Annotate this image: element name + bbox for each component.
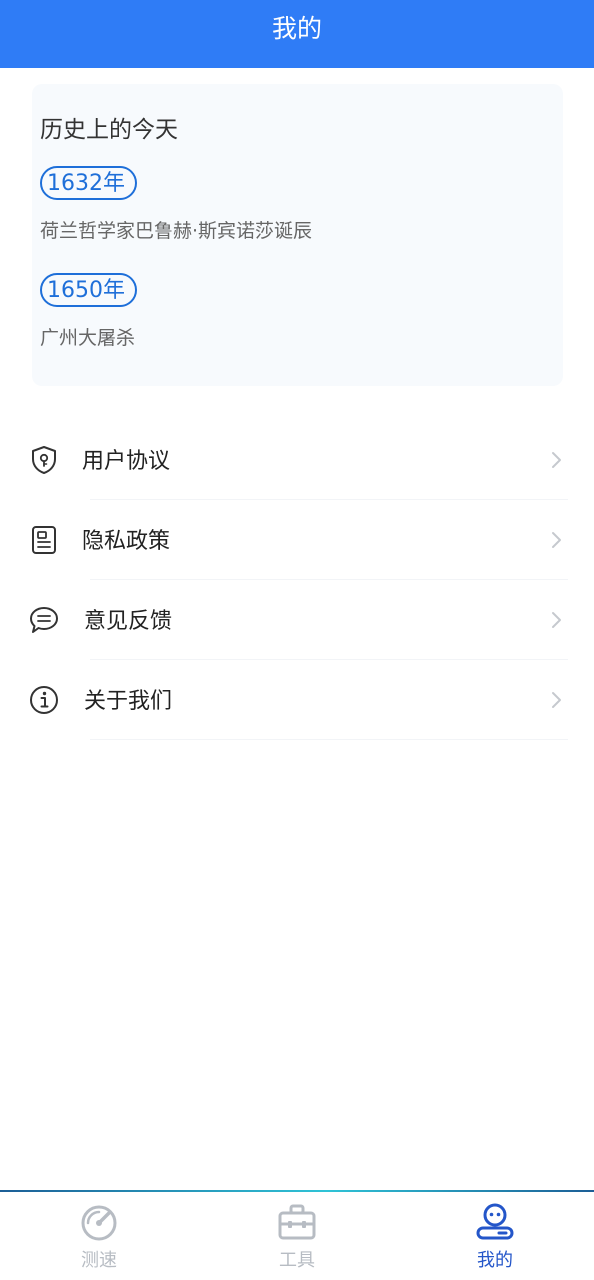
chevron-right-icon xyxy=(552,532,561,548)
menu-item-feedback[interactable]: 意见反馈 xyxy=(0,580,594,660)
event-year-badge: 1632年 xyxy=(40,166,137,200)
page-header: 我的 xyxy=(0,0,594,68)
history-event: 1650年 广州大屠杀 xyxy=(40,273,137,350)
toolbox-icon xyxy=(278,1204,316,1240)
event-description: 广州大屠杀 xyxy=(40,327,136,349)
menu-item-label: 隐私政策 xyxy=(82,529,171,554)
tab-label: 我的 xyxy=(477,1250,513,1271)
history-card-title: 历史上的今天 xyxy=(40,117,178,143)
event-year-badge: 1650年 xyxy=(40,273,137,307)
settings-menu: 用户协议 隐私政策 意见反馈 关于我们 xyxy=(0,420,594,740)
tab-mine[interactable]: 我的 xyxy=(435,1202,555,1272)
tab-tools[interactable]: 工具 xyxy=(237,1202,357,1272)
bottom-tab-bar: 测速 工具 我的 xyxy=(0,1190,594,1280)
document-icon xyxy=(32,526,56,554)
divider xyxy=(90,739,568,740)
chevron-right-icon xyxy=(552,452,561,468)
menu-item-privacy-policy[interactable]: 隐私政策 xyxy=(0,500,594,580)
menu-item-label: 关于我们 xyxy=(84,689,173,714)
tab-speed-test[interactable]: 测速 xyxy=(39,1202,159,1272)
menu-item-label: 用户协议 xyxy=(82,449,171,474)
tab-label: 工具 xyxy=(279,1250,315,1271)
chevron-right-icon xyxy=(552,692,561,708)
tab-label: 测速 xyxy=(81,1250,117,1271)
profile-icon xyxy=(476,1203,514,1240)
chat-bubble-icon xyxy=(30,607,58,633)
history-today-card: 历史上的今天 1632年 荷兰哲学家巴鲁赫·斯宾诺莎诞辰 1650年 广州大屠杀 xyxy=(32,84,563,386)
speedometer-icon xyxy=(81,1205,117,1241)
info-icon xyxy=(30,686,58,714)
menu-item-label: 意见反馈 xyxy=(84,609,173,634)
tab-bar-divider xyxy=(0,1190,594,1192)
page-title: 我的 xyxy=(271,14,322,43)
event-description: 荷兰哲学家巴鲁赫·斯宾诺莎诞辰 xyxy=(40,220,313,242)
menu-item-user-agreement[interactable]: 用户协议 xyxy=(0,420,594,500)
shield-lock-icon xyxy=(32,446,56,474)
chevron-right-icon xyxy=(552,612,561,628)
history-event: 1632年 荷兰哲学家巴鲁赫·斯宾诺莎诞辰 xyxy=(40,166,312,243)
menu-item-about-us[interactable]: 关于我们 xyxy=(0,660,594,740)
